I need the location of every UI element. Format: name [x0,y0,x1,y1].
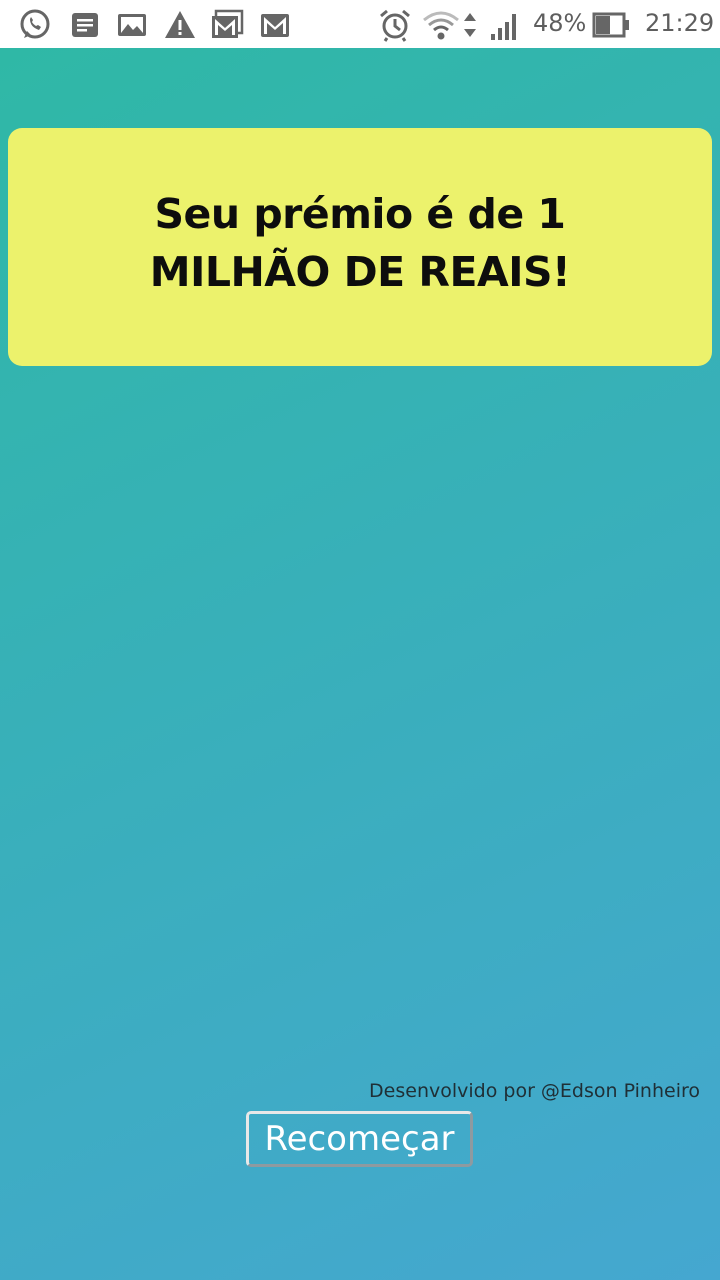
data-arrows-icon [462,8,478,42]
wifi-icon [422,8,460,42]
gallery-icon [115,8,149,42]
prize-line-1: Seu prémio é de 1 [154,190,566,238]
whatsapp-icon [18,8,52,42]
gmail-icon [258,8,292,42]
battery-percentage: 48% [533,9,587,37]
developer-credit: Desenvolvido por @Edson Pinheiro [369,1080,700,1102]
status-bar: 48% 21:29 [0,0,720,48]
gmail-icon [210,8,244,42]
prize-line-2: MILHÃO DE REAIS! [149,248,571,296]
warning-icon [163,8,197,42]
prize-message: Seu prémio é de 1 MILHÃO DE REAIS! [149,185,571,301]
app-screen: Seu prémio é de 1 MILHÃO DE REAIS! Desen… [0,48,720,1280]
battery-icon [592,8,630,42]
prize-card: Seu prémio é de 1 MILHÃO DE REAIS! [8,128,712,366]
alarm-icon [378,8,412,42]
clock: 21:29 [645,9,715,37]
signal-icon [488,8,522,42]
notes-icon [68,8,102,42]
restart-button[interactable]: Recomeçar [246,1111,473,1167]
